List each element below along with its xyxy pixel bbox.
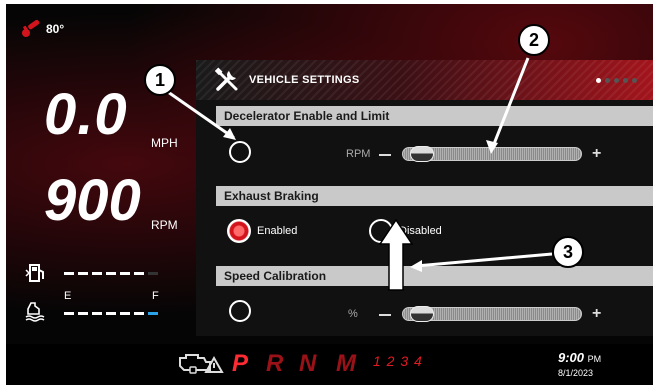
display-screen: 80° 0.0 MPH 900 RPM E F VEHICLE SETTINGS… bbox=[6, 4, 653, 385]
callout-3-arrowhead bbox=[410, 260, 422, 272]
callout-1-arrow bbox=[167, 90, 235, 140]
callout-2-arrow bbox=[490, 57, 530, 150]
callout-1: 1 bbox=[144, 64, 176, 96]
callout-3: 3 bbox=[552, 236, 584, 268]
callout-3-arrow bbox=[415, 252, 553, 268]
callout-arrows bbox=[167, 57, 553, 291]
up-arrow-pointer bbox=[378, 218, 414, 291]
callout-2: 2 bbox=[518, 24, 550, 56]
callout-1-arrowhead bbox=[223, 128, 236, 140]
